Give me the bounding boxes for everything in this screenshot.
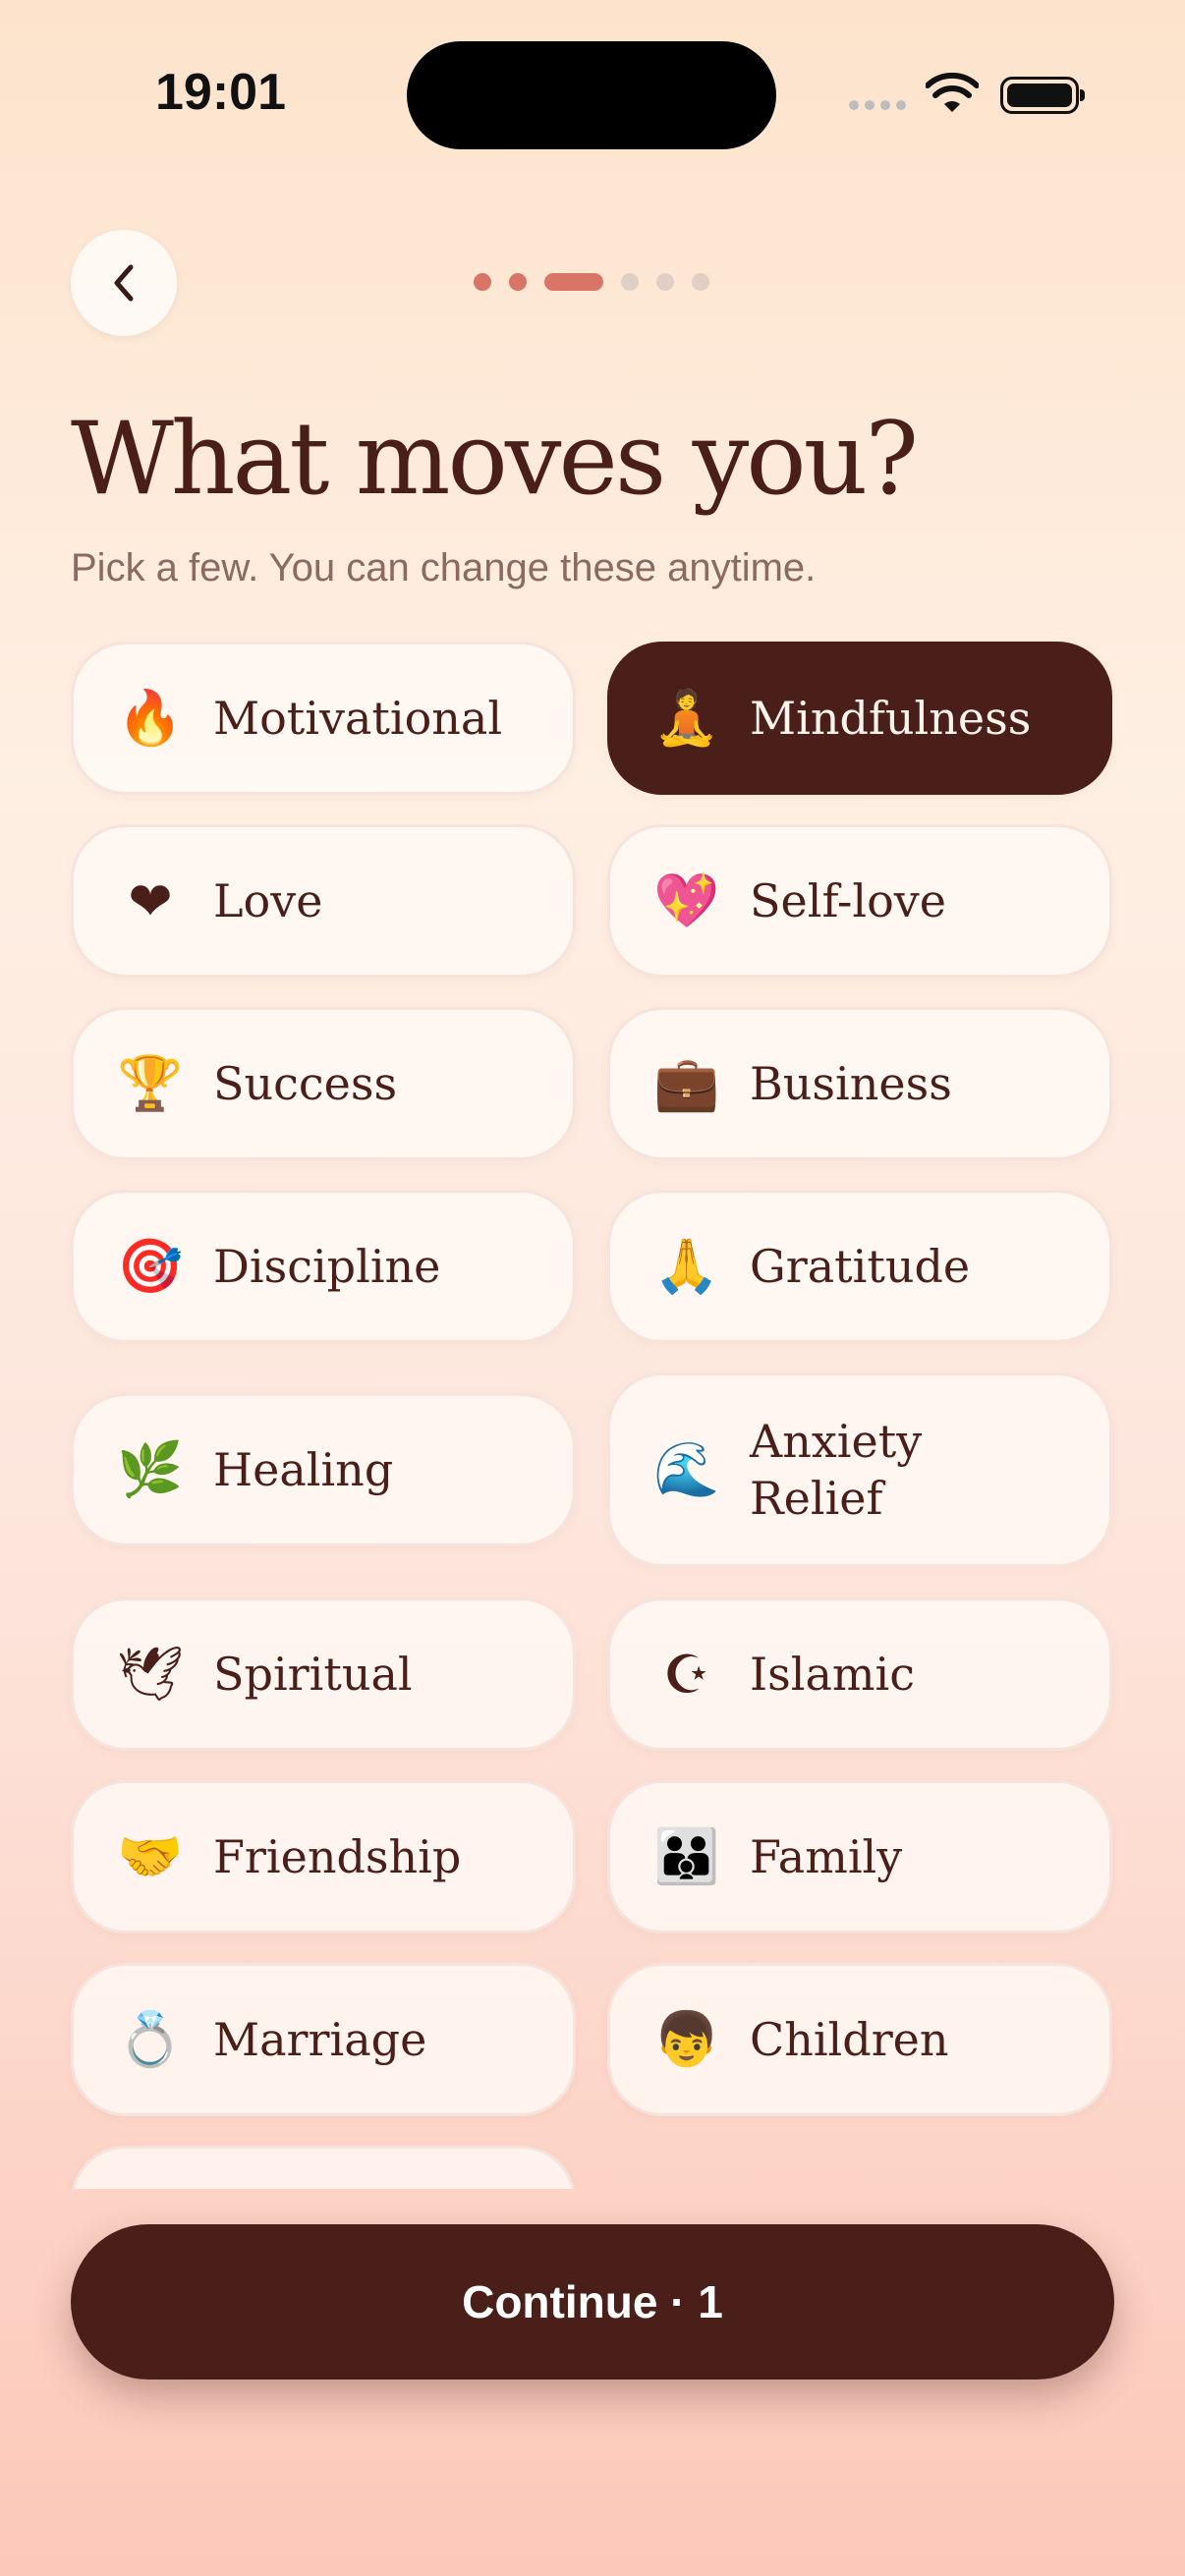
topic-label: Motivational: [213, 692, 503, 745]
topic-label: Children: [750, 2013, 949, 2066]
back-button[interactable]: [71, 230, 177, 336]
battery-icon: [1000, 77, 1085, 114]
sparkling-heart-icon: 💖: [653, 869, 720, 931]
dove-icon: 🕊: [116, 1643, 185, 1705]
topic-self-love[interactable]: 💖 Self-love: [607, 824, 1112, 978]
topic-gratitude[interactable]: 🙏 Gratitude: [607, 1190, 1112, 1343]
topic-spiritual[interactable]: 🕊 Spiritual: [71, 1597, 576, 1751]
topic-healing[interactable]: 🌿 Healing: [71, 1393, 576, 1546]
topic-label: Spiritual: [213, 1648, 413, 1701]
topic-label: Islamic: [750, 1648, 916, 1701]
topic-label: Self-love: [750, 874, 946, 927]
status-time: 19:01: [155, 64, 286, 121]
progress-dot: [621, 273, 639, 291]
dynamic-island: [407, 41, 776, 149]
topic-label: Marriage: [213, 2013, 427, 2066]
topic-friendship[interactable]: 🤝 Friendship: [71, 1780, 576, 1933]
wifi-icon: [926, 73, 979, 112]
topic-business[interactable]: 💼 Business: [607, 1007, 1112, 1160]
child-icon: 👦: [653, 2008, 720, 2070]
progress-dot: [509, 273, 527, 291]
continue-button[interactable]: Continue · 1: [71, 2224, 1114, 2380]
chevron-left-icon: [114, 264, 134, 302]
page-subtitle: Pick a few. You can change these anytime…: [71, 546, 817, 589]
herb-icon: 🌿: [117, 1438, 184, 1500]
target-icon: 🎯: [117, 1235, 184, 1297]
heart-icon: ❤: [128, 869, 173, 932]
topic-motivational[interactable]: 🔥 Motivational: [71, 642, 576, 795]
ring-icon: 💍: [117, 2008, 184, 2070]
progress-dot: [544, 273, 603, 291]
meditation-icon: 🧘: [653, 687, 720, 749]
topic-label: Family: [750, 1830, 903, 1883]
topic-label: Mindfulness: [750, 692, 1032, 745]
topic-success[interactable]: 🏆 Success: [71, 1007, 576, 1160]
cellular-signal-icon: [849, 100, 906, 110]
progress-dot: [474, 273, 491, 291]
fire-icon: 🔥: [117, 687, 184, 749]
wave-icon: 🌊: [653, 1438, 720, 1500]
topic-mindfulness[interactable]: 🧘 Mindfulness: [607, 642, 1112, 795]
star-and-crescent-icon: ☪: [662, 1643, 711, 1706]
briefcase-icon: 💼: [653, 1052, 720, 1114]
page-title: What moves you?: [71, 401, 919, 518]
progress-dot: [656, 273, 674, 291]
topic-family[interactable]: 👪 Family: [607, 1780, 1112, 1933]
topic-anxiety-relief[interactable]: 🌊 Anxiety Relief: [607, 1372, 1112, 1567]
progress-indicator: [474, 273, 709, 291]
topic-label: Success: [213, 1057, 398, 1110]
handshake-icon: 🤝: [117, 1825, 184, 1887]
topic-card-partial[interactable]: [71, 2146, 576, 2189]
topic-marriage[interactable]: 💍 Marriage: [71, 1963, 576, 2116]
family-icon: 👪: [653, 1825, 720, 1887]
topic-label: Healing: [213, 1443, 394, 1496]
progress-dot: [692, 273, 709, 291]
trophy-icon: 🏆: [117, 1052, 184, 1114]
topic-children[interactable]: 👦 Children: [607, 1963, 1112, 2116]
topic-label: Discipline: [213, 1240, 441, 1293]
praying-hands-icon: 🙏: [653, 1235, 720, 1297]
topic-label: Love: [213, 874, 323, 927]
topic-love[interactable]: ❤ Love: [71, 824, 576, 978]
topic-islamic[interactable]: ☪ Islamic: [607, 1597, 1112, 1751]
topic-label: Friendship: [213, 1830, 462, 1883]
topic-discipline[interactable]: 🎯 Discipline: [71, 1190, 576, 1343]
topic-label: Business: [750, 1057, 952, 1110]
topic-grid: 🔥 Motivational 🧘 Mindfulness ❤ Love 💖 Self-love…: [0, 629, 1185, 2189]
topic-label: Gratitude: [750, 1240, 971, 1293]
topic-label: Anxiety Relief: [750, 1415, 923, 1525]
